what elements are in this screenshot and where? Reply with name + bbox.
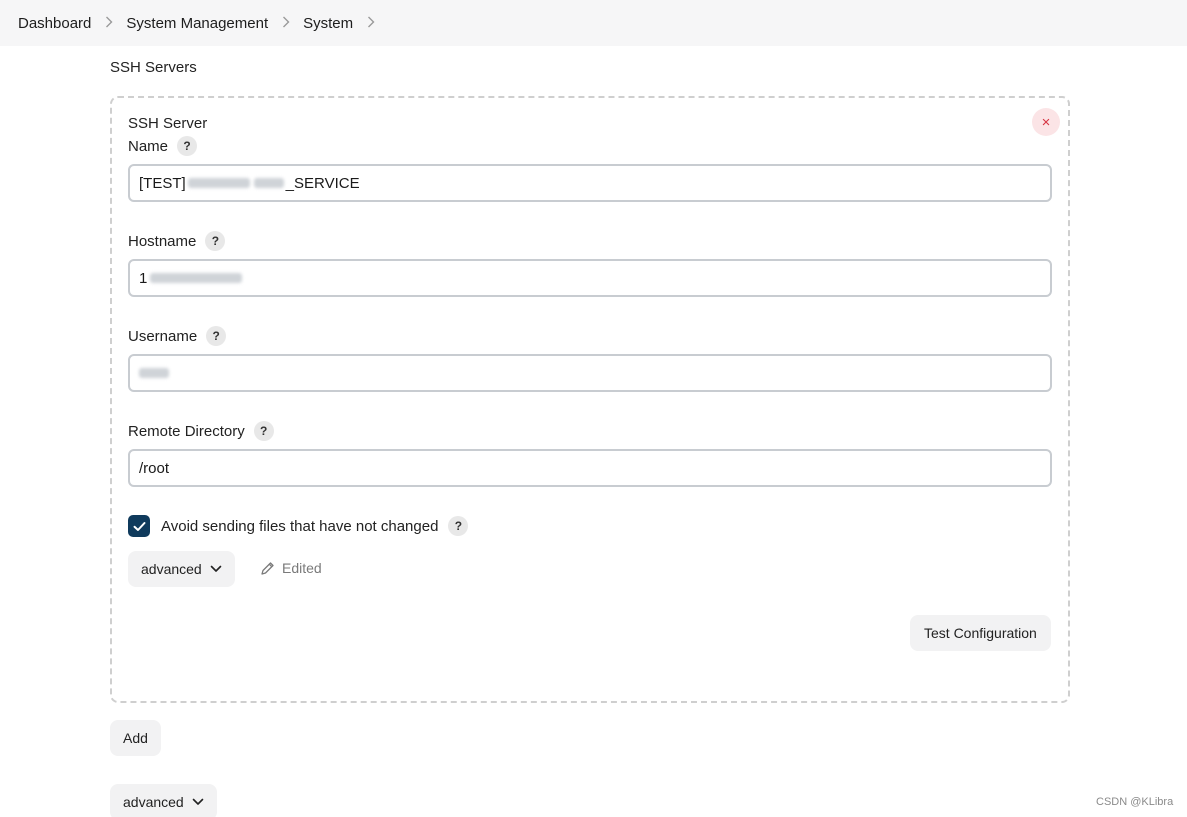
username-label-text: Username: [128, 327, 198, 345]
avoid-sending-label: Avoid sending files that have not change…: [161, 517, 439, 535]
remote-directory-label-text: Remote Directory: [128, 422, 245, 440]
chevron-right-icon: [105, 15, 113, 31]
edited-label: Edited: [282, 560, 322, 576]
breadcrumb-system[interactable]: System: [303, 15, 353, 32]
help-icon[interactable]: ?: [206, 326, 227, 346]
avoid-sending-row: Avoid sending files that have not change…: [128, 515, 469, 537]
hostname-label-text: Hostname: [128, 232, 197, 250]
delete-server-button[interactable]: ×: [1032, 108, 1060, 136]
name-label: Name ?: [128, 136, 198, 156]
chevron-down-icon: [192, 798, 204, 805]
hostname-value-prefix: 1: [139, 269, 148, 287]
bottom-advanced-label: advanced: [123, 794, 184, 810]
avoid-sending-checkbox[interactable]: [128, 515, 150, 537]
redacted-text: [139, 368, 169, 378]
redacted-text: [253, 178, 284, 188]
add-server-button[interactable]: Add: [110, 720, 161, 756]
name-value-prefix: [TEST]: [139, 174, 186, 192]
advanced-button[interactable]: advanced: [128, 551, 235, 587]
test-configuration-button[interactable]: Test Configuration: [910, 615, 1051, 651]
close-icon: ×: [1041, 113, 1051, 131]
remote-directory-value: /root: [139, 459, 170, 477]
name-label-text: Name: [128, 137, 169, 155]
help-icon[interactable]: ?: [205, 231, 226, 251]
help-icon[interactable]: ?: [253, 421, 274, 441]
breadcrumb: Dashboard System Management System: [0, 0, 1187, 46]
remote-directory-label: Remote Directory ?: [128, 421, 274, 441]
chevron-right-icon: [282, 15, 290, 31]
remote-directory-input[interactable]: /root: [128, 449, 1052, 487]
edited-indicator: Edited: [260, 560, 322, 576]
chevron-down-icon: [210, 565, 222, 572]
redacted-text: [150, 273, 243, 283]
hostname-input[interactable]: 1: [128, 259, 1052, 297]
breadcrumb-system-management[interactable]: System Management: [126, 15, 268, 32]
advanced-label: advanced: [141, 561, 202, 577]
card-title: SSH Server: [128, 115, 208, 132]
name-input[interactable]: [TEST] _SERVICE: [128, 164, 1052, 202]
checkmark-icon: [133, 521, 145, 531]
hostname-label: Hostname ?: [128, 231, 226, 251]
username-input[interactable]: [128, 354, 1052, 392]
ssh-server-card: SSH Server × Name ? [TEST] _SERVICE Host…: [110, 96, 1070, 703]
watermark: CSDN @KLibra: [1096, 796, 1174, 808]
redacted-text: [187, 178, 250, 188]
breadcrumb-dashboard[interactable]: Dashboard: [18, 15, 91, 32]
bottom-advanced-button[interactable]: advanced: [110, 784, 217, 817]
help-icon[interactable]: ?: [448, 516, 469, 536]
help-icon[interactable]: ?: [177, 136, 198, 156]
username-label: Username ?: [128, 326, 227, 346]
chevron-right-icon[interactable]: [367, 15, 375, 31]
pencil-icon: [261, 561, 274, 575]
section-title: SSH Servers: [110, 59, 197, 76]
name-value-suffix: _SERVICE: [285, 174, 360, 192]
